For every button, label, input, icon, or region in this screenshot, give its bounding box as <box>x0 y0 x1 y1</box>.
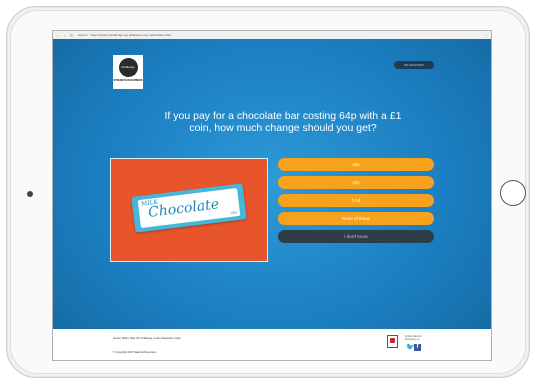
footer-links[interactable]: Home | Math | Take the Challenge | Learn… <box>113 337 181 340</box>
accessibility-badge-icon <box>387 335 398 348</box>
address-bar[interactable]: Secure https://www.mrchallenge.org.uk/ac… <box>78 33 171 37</box>
question-image: MILK Chocolate 200g <box>110 158 268 262</box>
quiz-page: Challenge STRENGTH IN NUMBERS MY ACCOUNT… <box>53 39 491 360</box>
site-logo[interactable]: Challenge STRENGTH IN NUMBERS <box>113 55 143 89</box>
question-text: If you pay for a chocolate bar costing 6… <box>164 110 402 134</box>
url-text: https://www.mrchallenge.org.uk/access-my… <box>90 33 171 37</box>
secure-label: Secure <box>78 33 88 37</box>
menu-icon[interactable]: ⋮ <box>484 33 488 38</box>
footer-follow-text: Follow National Numeracy on: <box>405 335 422 341</box>
answer-list: 46p 36p 1.64 None of these I don't know <box>278 158 434 248</box>
logo-circle: Challenge <box>118 58 138 77</box>
answer-option-2[interactable]: 36p <box>278 176 434 189</box>
facebook-icon[interactable]: f <box>414 344 421 351</box>
back-icon[interactable]: ‹ <box>55 33 60 38</box>
screen: ‹ › ↻ Secure https://www.mrchallenge.org… <box>52 30 492 361</box>
camera-icon <box>27 191 33 197</box>
account-button[interactable]: MY ACCOUNT <box>394 61 434 69</box>
answer-option-4[interactable]: None of these <box>278 212 434 225</box>
home-button[interactable] <box>500 180 526 206</box>
answer-option-1[interactable]: 46p <box>278 158 434 171</box>
chocolate-wrapper: MILK Chocolate 200g <box>137 188 241 228</box>
footer-copyright: © Copyright 2017 National Numeracy <box>113 351 156 354</box>
forward-icon[interactable]: › <box>62 33 67 38</box>
page-footer: Home | Math | Take the Challenge | Learn… <box>53 329 491 360</box>
chocolate-weight: 200g <box>229 210 238 215</box>
chocolate-bar-illustration: MILK Chocolate 200g <box>131 183 247 233</box>
twitter-icon[interactable]: 🐦 <box>406 344 415 351</box>
reload-icon[interactable]: ↻ <box>69 33 74 38</box>
chocolate-word: Chocolate <box>147 196 220 221</box>
logo-tagline: STRENGTH IN NUMBERS <box>113 79 143 82</box>
dont-know-button[interactable]: I don't know <box>278 230 434 243</box>
answer-option-3[interactable]: 1.64 <box>278 194 434 207</box>
